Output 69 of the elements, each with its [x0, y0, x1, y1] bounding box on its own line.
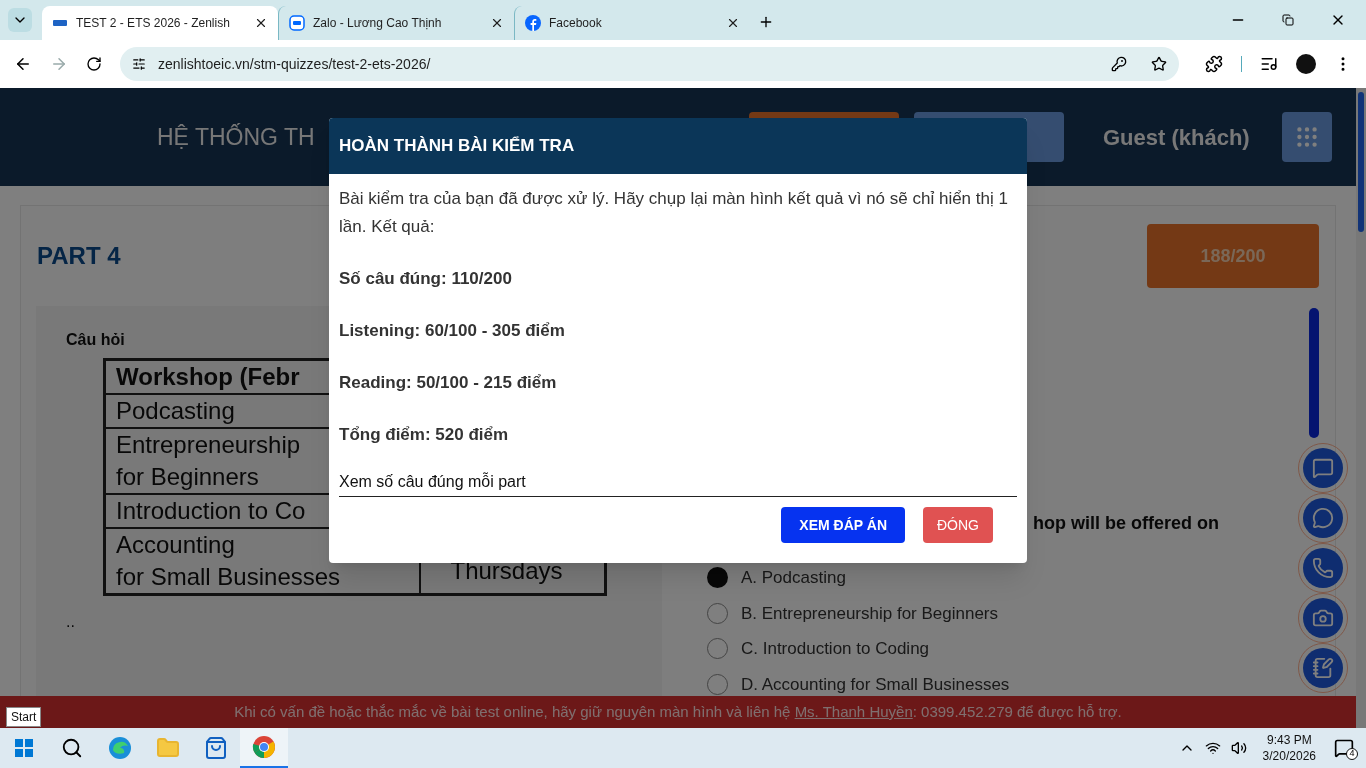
browser-logo-icon[interactable] — [108, 736, 132, 760]
notepad-icon — [1312, 657, 1334, 679]
part-title: PART 4 — [37, 241, 121, 271]
view-answers-button[interactable]: XEM ĐÁP ÁN — [781, 507, 905, 543]
bookmark-star-icon[interactable] — [1151, 56, 1167, 72]
address-bar[interactable]: zenlishtoeic.vn/stm-quizzes/test-2-ets-2026/ — [120, 47, 1179, 81]
store-icon[interactable] — [204, 736, 228, 760]
back-icon[interactable] — [14, 55, 32, 73]
support-message: Khi có vấn đề hoặc thắc mắc về bài test online, hãy giữ nguyên màn hình và liên hệ Ms. Thanh Huyền: 0399.452.279 để được hỗ trợ. — [234, 701, 1122, 722]
tab-list-button[interactable] — [8, 8, 32, 32]
camera-icon — [1312, 607, 1334, 629]
taskbar-app[interactable] — [240, 728, 288, 768]
clock-date[interactable]: 3/20/2026 — [1262, 748, 1316, 764]
radio-button[interactable] — [707, 673, 728, 695]
radio-button[interactable] — [707, 638, 728, 660]
dialog-message: Bài kiểm tra của bạn đã được xử lý. Hãy chụp lại màn hình kết quả vì nó sẽ chỉ hiển thị 1 lần. Kết quả: — [339, 188, 1009, 238]
restore-icon[interactable] — [1282, 14, 1294, 26]
profile-avatar-icon[interactable] — [1296, 54, 1316, 74]
chrome-logo-icon — [252, 735, 276, 759]
social-logo-icon — [525, 15, 541, 31]
grid-icon — [1294, 124, 1320, 150]
dialog-title: HOÀN THÀNH BÀI KIỂM TRA — [339, 135, 575, 158]
site-title: HỆ THỐNG TH — [157, 123, 315, 150]
radio-button[interactable] — [707, 602, 728, 624]
clock-time[interactable]: 9:43 PM — [1266, 732, 1312, 748]
option-label[interactable]: B. Entrepreneurship for Beginners — [741, 600, 999, 626]
url-text: zenlishtoeic.vn/stm-quizzes/test-2-ets-2026/ — [158, 54, 432, 74]
scrollbar[interactable] — [1356, 88, 1366, 728]
option-label[interactable]: C. Introduction to Coding — [741, 636, 930, 662]
tab-title: Zalo - Lương Cao Thịnh — [313, 15, 443, 32]
notification-button[interactable]: 4 — [1332, 736, 1356, 760]
key-icon[interactable] — [1111, 56, 1127, 72]
tab-title: TEST 2 - ETS 2026 - Zenlish — [76, 15, 231, 32]
media-controls-icon[interactable] — [1260, 55, 1278, 73]
question-text: hop will be offered on — [1033, 512, 1220, 535]
table-cell-text: Thursdays — [449, 557, 563, 584]
close-icon[interactable] — [490, 16, 504, 30]
score-badge: 188/200 — [1147, 224, 1319, 288]
contact-button[interactable] — [1298, 493, 1348, 543]
option-label[interactable]: D. Accounting for Small Businesses — [741, 671, 1010, 697]
windows-logo-icon — [15, 739, 33, 757]
search-icon[interactable] — [61, 737, 83, 759]
browser-tab[interactable]: TEST 2 - ETS 2026 - Zenlish — [42, 6, 278, 40]
radio-button[interactable] — [707, 567, 728, 589]
phone-icon — [1312, 557, 1334, 579]
chat-icon — [1312, 457, 1334, 479]
note-text: .. — [66, 612, 76, 632]
result-line: Listening: 60/100 - 305 điểm — [339, 320, 566, 342]
details-toggle[interactable]: Xem số câu đúng mỗi part — [339, 469, 1017, 497]
start-tooltip: Start — [6, 707, 42, 727]
contact-button[interactable] — [1298, 643, 1348, 693]
question-label: Câu hỏi — [66, 330, 125, 350]
notification-count: 4 — [1346, 748, 1358, 760]
extensions-icon[interactable] — [1205, 55, 1223, 73]
speaker-icon[interactable] — [1230, 740, 1247, 756]
option-label[interactable]: A. Podcasting — [741, 565, 846, 591]
reload-icon[interactable] — [86, 56, 102, 72]
tab-title: Facebook — [549, 15, 603, 32]
user-name: Guest (khách) — [1103, 123, 1250, 152]
contact-button[interactable] — [1298, 593, 1348, 643]
close-icon[interactable] — [726, 16, 740, 30]
contact-button[interactable] — [1298, 543, 1348, 593]
new-tab-icon[interactable] — [758, 14, 774, 30]
contact-button[interactable] — [1298, 443, 1348, 493]
wifi-icon[interactable] — [1204, 740, 1221, 756]
result-line: Số câu đúng: 110/200 — [339, 268, 513, 290]
close-button[interactable]: ĐÓNG — [923, 507, 993, 543]
close-icon[interactable] — [254, 16, 268, 30]
site-settings-icon[interactable] — [132, 57, 146, 71]
